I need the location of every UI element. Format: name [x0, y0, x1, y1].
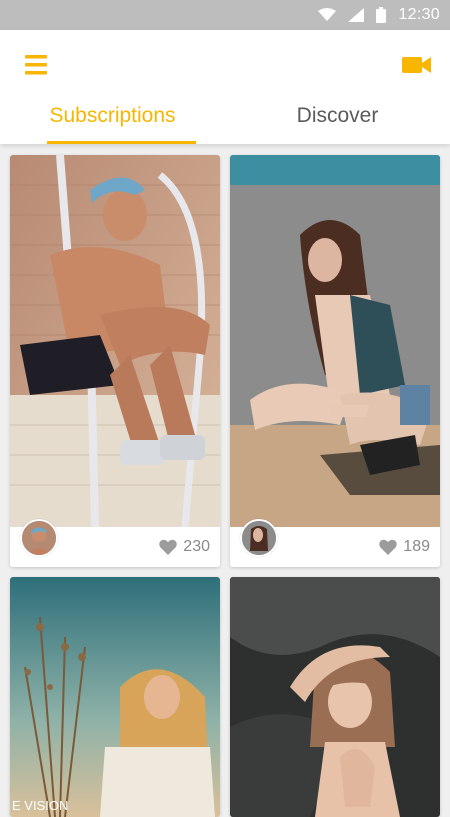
video-button[interactable] [400, 50, 434, 80]
battery-icon [376, 7, 387, 23]
signal-icon [348, 8, 365, 22]
status-bar: 12:30 [0, 0, 450, 30]
tab-bar: Subscriptions Discover [0, 88, 450, 144]
heart-icon [379, 539, 398, 555]
feed-photo[interactable] [230, 155, 440, 527]
feed-card[interactable]: 189 [230, 155, 440, 567]
feed-card-footer: 189 [230, 519, 440, 567]
feed-card[interactable]: 230 [10, 155, 220, 567]
wifi-icon [318, 8, 337, 22]
feed-card[interactable] [230, 577, 440, 817]
hamburger-menu-icon [25, 55, 47, 75]
menu-button[interactable] [18, 50, 52, 80]
feed-card[interactable]: E VISION [10, 577, 220, 817]
tab-discover-label: Discover [296, 104, 379, 127]
feed-card-footer: 230 [10, 519, 220, 567]
clock: 12:30 [398, 6, 440, 23]
photo-feed: 230 189 E VISION [0, 144, 450, 817]
like-count: 189 [403, 538, 430, 555]
tab-subscriptions-label: Subscriptions [49, 104, 176, 127]
like-counter[interactable]: 230 [159, 537, 210, 557]
user-avatar[interactable] [20, 519, 58, 557]
like-counter[interactable]: 189 [379, 537, 430, 557]
active-tab-indicator [47, 141, 196, 144]
app-bar: Subscriptions Discover [0, 30, 450, 144]
feed-photo[interactable] [230, 577, 440, 817]
user-avatar[interactable] [240, 519, 278, 557]
video-camera-icon [402, 57, 431, 73]
tab-subscriptions[interactable]: Subscriptions [0, 88, 225, 144]
feed-photo[interactable]: E VISION [10, 577, 220, 817]
photo-caption-text: E VISION [12, 798, 68, 813]
like-count: 230 [183, 538, 210, 555]
heart-icon [159, 539, 178, 555]
feed-photo[interactable] [10, 155, 220, 527]
tab-discover[interactable]: Discover [225, 88, 450, 144]
